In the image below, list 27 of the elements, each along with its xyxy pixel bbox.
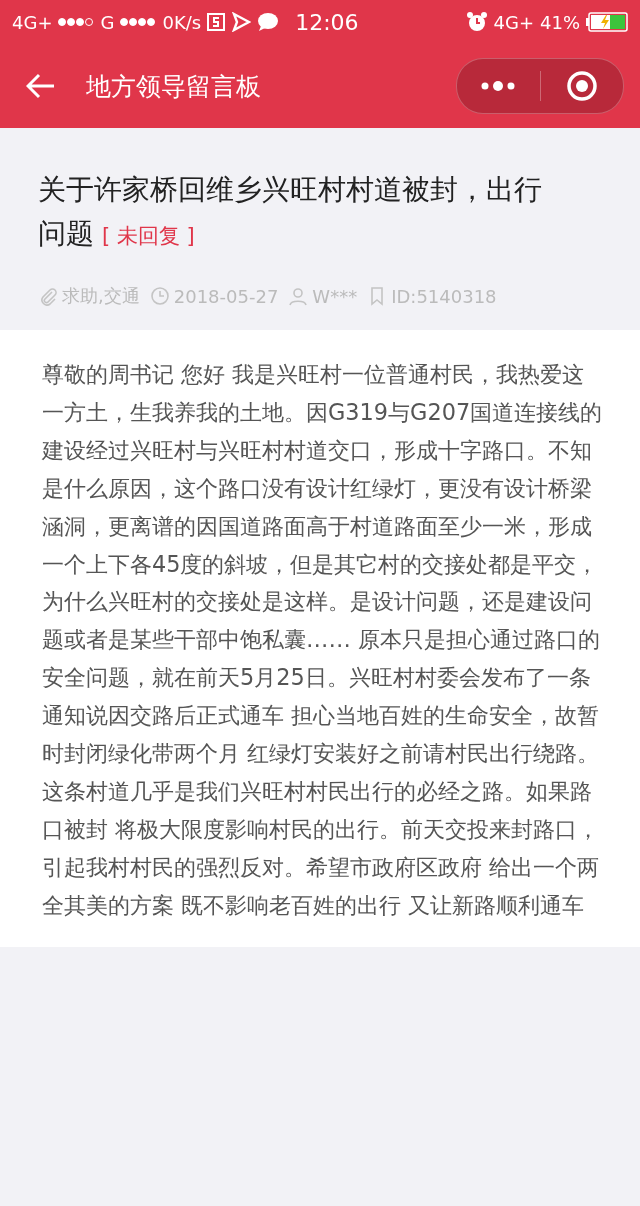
reply-status: [ 未回复 ] bbox=[102, 224, 195, 248]
paperclip-icon bbox=[38, 286, 58, 306]
app-icon bbox=[207, 13, 226, 31]
battery-percent: 41% bbox=[540, 11, 580, 33]
post-title: 关于许家桥回维乡兴旺村村道被封，出行问题 [ 未回复 ] bbox=[38, 172, 543, 252]
chat-bubble-icon bbox=[257, 12, 280, 32]
meta-tags: 求助,交通 bbox=[62, 284, 140, 308]
alarm-icon bbox=[465, 11, 488, 33]
close-icon[interactable] bbox=[565, 70, 598, 102]
person-icon bbox=[288, 286, 309, 306]
battery-icon bbox=[586, 12, 628, 32]
post-body: 尊敬的周书记 您好 我是兴旺村一位普通村民，我热爱这一方土，生我养我的土地。因G319与G207国道连接线的建设经过兴旺村与兴旺村村道交口，形成十字路口。不知是什么原因，这个路口没有设计红绿灯，更没有设计桥梁涵洞，更离谱的因国道路面高于村道路面至少一米，形成一个上下各45度的斜坡，但是其它村的交接处都是平交，为什么兴旺村的交接处是这样。是设计问题，还是建设问题或者是某些干部中饱私囊…… 原本只是担心通过路口的安全问题，就在前天5月25日。兴旺村村委会发布了一条通知说因交路后正式通车 担心当地百姓的生命安全，故暂时封闭绿化带两个月 红绿灯安装好之前请村民出行绕路。这条村道几乎是我们兴旺村村民出行的必经之路。如果路口被封 将极大限度影响村民的出行。前天交投来封路口，引起我村村民的强烈反对。希望市政府区政府 给出一个两全其美的方案 既不影响老百姓的出行 又让新路顺利通车 bbox=[42, 360, 604, 920]
network-label: 4G+ bbox=[493, 11, 534, 33]
meta-id: ID:5140318 bbox=[391, 285, 497, 307]
signal-icon bbox=[120, 18, 157, 26]
nav-title: 地方领导留言板 bbox=[86, 70, 261, 103]
meta-author: W*** bbox=[312, 285, 358, 307]
network-label: G bbox=[100, 11, 115, 33]
back-arrow-icon[interactable] bbox=[26, 73, 56, 99]
signal-icon bbox=[58, 18, 95, 26]
speed-label: 0K/s bbox=[162, 11, 202, 33]
clock-icon bbox=[149, 286, 170, 306]
network-label: 4G+ bbox=[12, 11, 53, 33]
more-icon[interactable] bbox=[480, 80, 517, 92]
clock-time: 12:06 bbox=[295, 9, 359, 35]
meta-date: 2018-05-27 bbox=[173, 285, 279, 307]
play-icon bbox=[231, 12, 252, 32]
